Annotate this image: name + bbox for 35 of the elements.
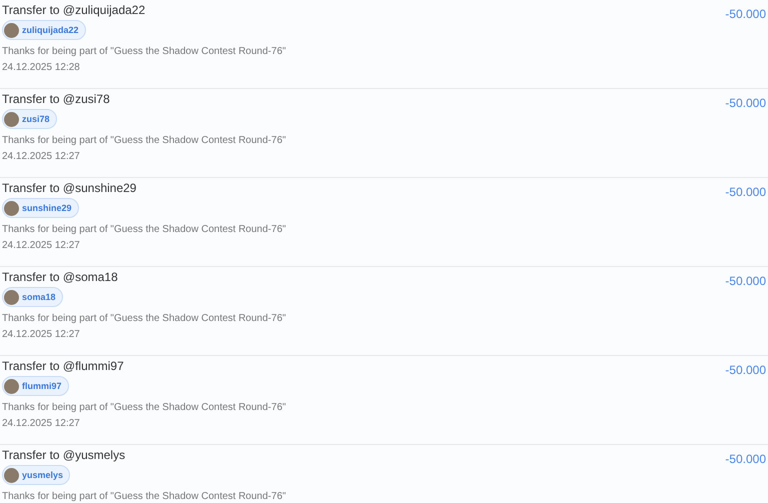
user-chip[interactable]: soma18	[2, 287, 63, 307]
transfer-amount: -50.000	[725, 363, 766, 379]
user-chip[interactable]: flummi97	[2, 376, 69, 396]
avatar-icon	[4, 200, 19, 216]
transfer-date: 24.12.2025 12:27	[2, 328, 80, 341]
transfer-title: Transfer to @flummi97	[2, 359, 124, 374]
user-chip[interactable]: sunshine29	[2, 198, 79, 218]
transfer-memo: Thanks for being part of "Guess the Shadow Contest Round-76"	[2, 490, 286, 503]
transfer-title: Transfer to @zuliquijada22	[2, 3, 146, 18]
transfer-title: Transfer to @sunshine29	[2, 181, 136, 196]
transfer-memo: Thanks for being part of "Guess the Shadow Contest Round-76"	[2, 223, 286, 236]
transfer-title: Transfer to @yusmelys	[2, 448, 126, 463]
avatar-icon	[4, 290, 19, 304]
avatar-icon	[4, 378, 19, 394]
transfer-amount: -50.000	[725, 274, 766, 290]
transfer-amount: -50.000	[725, 96, 766, 112]
transfer-memo: Thanks for being part of "Guess the Shadow Contest Round-76"	[2, 134, 286, 147]
transfer-date: 24.12.2025 12:27	[2, 417, 80, 430]
user-chip[interactable]: zuliquijada22	[2, 20, 86, 40]
transfer-memo: Thanks for being part of "Guess the Shadow Contest Round-76"	[2, 401, 286, 414]
avatar-icon	[4, 468, 19, 482]
transfer-amount: -50.000	[725, 7, 766, 23]
transfer-title: Transfer to @soma18	[2, 270, 118, 285]
transfer-amount: -50.000	[725, 452, 766, 468]
transfer-date: 24.12.2025 12:28	[2, 61, 80, 74]
avatar-icon	[4, 22, 19, 38]
avatar-icon	[4, 112, 19, 126]
transfer-date: 24.12.2025 12:27	[2, 239, 80, 252]
transfer-memo: Thanks for being part of "Guess the Shadow Contest Round-76"	[2, 312, 286, 325]
transfer-memo: Thanks for being part of "Guess the Shadow Contest Round-76"	[2, 45, 286, 58]
transfer-title: Transfer to @zusi78	[2, 92, 110, 107]
transfer-date: 24.12.2025 12:27	[2, 150, 80, 163]
user-chip[interactable]: zusi78	[2, 109, 57, 129]
transfer-amount: -50.000	[725, 185, 766, 201]
user-chip[interactable]: yusmelys	[2, 465, 70, 485]
